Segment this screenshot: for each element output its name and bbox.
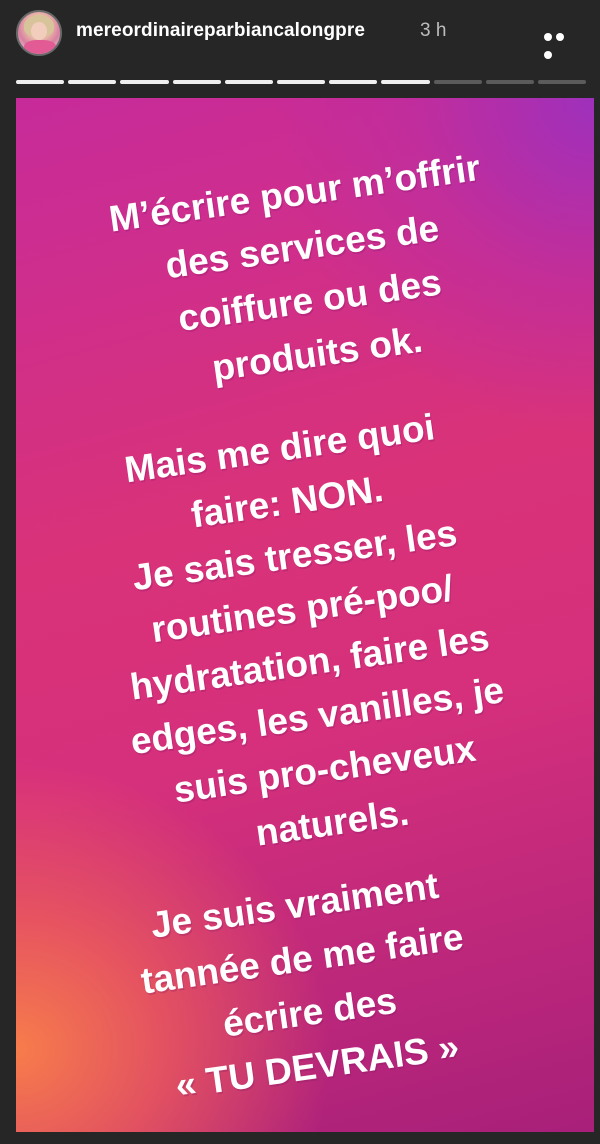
- more-options-icon[interactable]: [544, 28, 578, 59]
- dot-icon: [544, 33, 552, 41]
- story-paragraph-2: Mais me dire quoi faire: NON. Je sais tr…: [16, 385, 594, 888]
- story-text-layer: M’écrire pour m’offrir des services de c…: [16, 98, 594, 1132]
- story-viewer: mereordinaireparbiancalongpre 3 h M’écri…: [0, 0, 600, 1144]
- story-content[interactable]: M’écrire pour m’offrir des services de c…: [16, 98, 594, 1132]
- story-header: mereordinaireparbiancalongpre 3 h: [0, 0, 600, 66]
- story-paragraph-3: Je suis vraiment tannée de me faire écri…: [24, 841, 589, 1130]
- progress-segment: [485, 80, 534, 84]
- dot-icon: [556, 33, 564, 41]
- avatar-shirt: [24, 40, 56, 54]
- progress-segment: [381, 80, 430, 84]
- story-progress-bar: [16, 80, 587, 84]
- progress-segment: [120, 80, 169, 84]
- story-paragraph-1: M’écrire pour m’offrir des services de c…: [24, 129, 589, 418]
- progress-segment: [172, 80, 221, 84]
- dot-icon: [544, 51, 552, 59]
- progress-segment: [433, 80, 482, 84]
- username-link[interactable]: mereordinaireparbiancalongpre: [76, 20, 365, 42]
- avatar-face: [31, 22, 47, 40]
- post-time: 3 h: [420, 20, 447, 41]
- profile-avatar[interactable]: [16, 10, 62, 56]
- progress-segment: [329, 80, 378, 84]
- progress-segment: [276, 80, 326, 84]
- progress-segment: [68, 80, 117, 84]
- progress-segment: [537, 80, 587, 84]
- progress-segment: [224, 80, 273, 84]
- progress-segment: [16, 80, 65, 84]
